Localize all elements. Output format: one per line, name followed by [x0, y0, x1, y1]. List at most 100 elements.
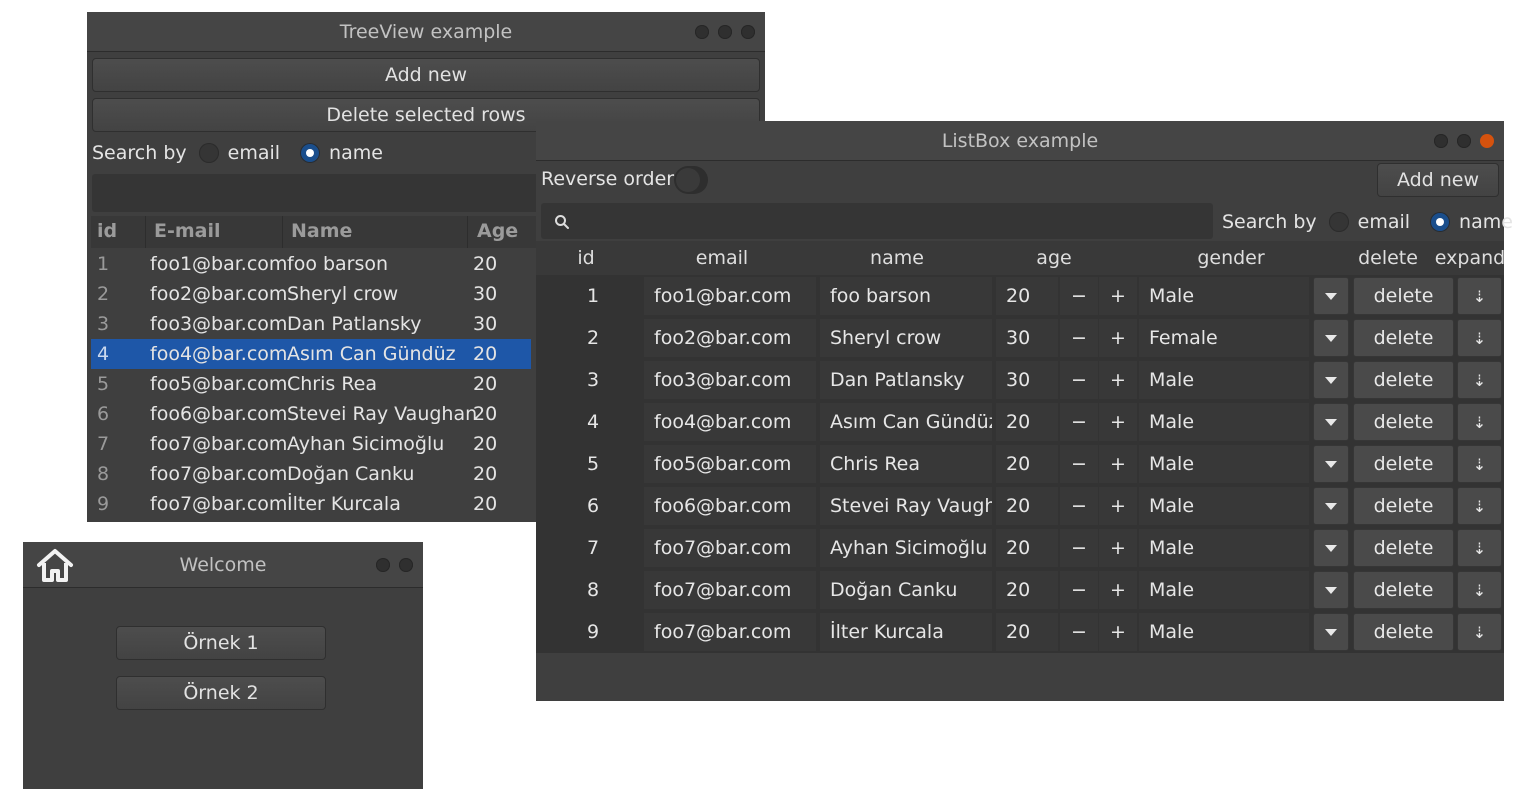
gender-select[interactable]: Female	[1139, 319, 1309, 357]
expand-button[interactable]: ⇣	[1457, 529, 1502, 567]
tree-row[interactable]: 8 foo7@bar.com Doğan Canku 20	[91, 459, 531, 489]
gender-select[interactable]: Male	[1139, 571, 1309, 609]
email-field[interactable]: foo7@bar.com	[644, 529, 816, 567]
delete-button[interactable]: delete	[1353, 571, 1454, 609]
gender-select[interactable]: Male	[1139, 361, 1309, 399]
age-field[interactable]: 30	[996, 361, 1058, 399]
age-decrement-button[interactable]: −	[1060, 613, 1098, 651]
col-age[interactable]: age	[996, 241, 1112, 275]
expand-button[interactable]: ⇣	[1457, 277, 1502, 315]
expand-button[interactable]: ⇣	[1457, 403, 1502, 441]
radio-email[interactable]	[1328, 212, 1349, 232]
gender-dropdown-button[interactable]	[1313, 571, 1349, 609]
col-expand[interactable]: expand	[1435, 241, 1505, 275]
gender-dropdown-button[interactable]	[1313, 319, 1349, 357]
delete-button[interactable]: delete	[1353, 445, 1454, 483]
add-new-button[interactable]: Add new	[1377, 163, 1499, 197]
age-field[interactable]: 20	[996, 445, 1058, 483]
tree-row[interactable]: 9 foo7@bar.com İlter Kurcala 20	[91, 489, 531, 519]
add-new-button[interactable]: Add new	[92, 58, 760, 92]
gender-dropdown-button[interactable]	[1313, 487, 1349, 525]
ornek-2-button[interactable]: Örnek 2	[116, 676, 326, 710]
age-increment-button[interactable]: +	[1099, 445, 1137, 483]
expand-button[interactable]: ⇣	[1457, 613, 1502, 651]
name-field[interactable]: Sheryl crow	[820, 319, 992, 357]
tree-row[interactable]: 7 foo7@bar.com Ayhan Sicimoğlu 20	[91, 429, 531, 459]
age-decrement-button[interactable]: −	[1060, 529, 1098, 567]
gender-select[interactable]: Male	[1139, 277, 1309, 315]
age-increment-button[interactable]: +	[1099, 319, 1137, 357]
maximize-button[interactable]	[718, 24, 732, 39]
email-field[interactable]: foo2@bar.com	[644, 319, 816, 357]
delete-button[interactable]: delete	[1353, 277, 1454, 315]
age-field[interactable]: 20	[996, 487, 1058, 525]
age-decrement-button[interactable]: −	[1060, 487, 1098, 525]
age-decrement-button[interactable]: −	[1060, 445, 1098, 483]
age-decrement-button[interactable]: −	[1060, 403, 1098, 441]
expand-button[interactable]: ⇣	[1457, 319, 1502, 357]
delete-button[interactable]: delete	[1353, 403, 1454, 441]
radio-name[interactable]	[300, 143, 321, 163]
age-decrement-button[interactable]: −	[1060, 319, 1098, 357]
reverse-order-toggle[interactable]	[674, 166, 708, 194]
tree-row[interactable]: 5 foo5@bar.com Chris Rea 20	[91, 369, 531, 399]
expand-button[interactable]: ⇣	[1457, 445, 1502, 483]
age-increment-button[interactable]: +	[1099, 277, 1137, 315]
age-increment-button[interactable]: +	[1099, 487, 1137, 525]
gender-select[interactable]: Male	[1139, 529, 1309, 567]
tree-row[interactable]: 1 foo1@bar.com foo barson 20	[91, 249, 531, 279]
email-field[interactable]: foo1@bar.com	[644, 277, 816, 315]
expand-button[interactable]: ⇣	[1457, 361, 1502, 399]
gender-select[interactable]: Male	[1139, 445, 1309, 483]
email-field[interactable]: foo7@bar.com	[644, 571, 816, 609]
name-field[interactable]: foo barson	[820, 277, 992, 315]
email-field[interactable]: foo4@bar.com	[644, 403, 816, 441]
age-decrement-button[interactable]: −	[1060, 571, 1098, 609]
age-field[interactable]: 20	[996, 529, 1058, 567]
age-increment-button[interactable]: +	[1099, 529, 1137, 567]
welcome-titlebar[interactable]: Welcome	[23, 542, 423, 588]
col-name[interactable]: name	[820, 241, 974, 275]
delete-button[interactable]: delete	[1353, 529, 1454, 567]
email-field[interactable]: foo7@bar.com	[644, 613, 816, 651]
gender-dropdown-button[interactable]	[1313, 277, 1349, 315]
age-decrement-button[interactable]: −	[1060, 277, 1098, 315]
age-increment-button[interactable]: +	[1099, 571, 1137, 609]
minimize-button[interactable]	[376, 557, 390, 572]
gender-select[interactable]: Male	[1139, 613, 1309, 651]
gender-select[interactable]: Male	[1139, 403, 1309, 441]
delete-button[interactable]: delete	[1353, 361, 1454, 399]
col-delete[interactable]: delete	[1351, 241, 1425, 275]
delete-button[interactable]: delete	[1353, 613, 1454, 651]
gender-dropdown-button[interactable]	[1313, 613, 1349, 651]
treeview-titlebar[interactable]: TreeView example	[87, 12, 765, 52]
gender-select[interactable]: Male	[1139, 487, 1309, 525]
name-field[interactable]: Stevei Ray Vaughan	[820, 487, 992, 525]
tree-row[interactable]: 4 foo4@bar.com Asım Can Gündüz 20	[91, 339, 531, 369]
col-email[interactable]: email	[648, 241, 796, 275]
listbox-titlebar[interactable]: ListBox example	[536, 121, 1504, 161]
col-name[interactable]: Name	[291, 220, 352, 242]
age-field[interactable]: 20	[996, 613, 1058, 651]
col-age[interactable]: Age	[477, 220, 518, 242]
age-decrement-button[interactable]: −	[1060, 361, 1098, 399]
col-id[interactable]: id	[546, 241, 626, 275]
email-field[interactable]: foo3@bar.com	[644, 361, 816, 399]
age-field[interactable]: 20	[996, 403, 1058, 441]
email-field[interactable]: foo6@bar.com	[644, 487, 816, 525]
radio-name[interactable]	[1430, 212, 1451, 232]
name-field[interactable]: İlter Kurcala	[820, 613, 992, 651]
col-id[interactable]: id	[97, 220, 117, 242]
name-field[interactable]: Doğan Canku	[820, 571, 992, 609]
age-field[interactable]: 20	[996, 277, 1058, 315]
minimize-button[interactable]	[695, 24, 709, 39]
ornek-1-button[interactable]: Örnek 1	[116, 626, 326, 660]
name-field[interactable]: Dan Patlansky	[820, 361, 992, 399]
expand-button[interactable]: ⇣	[1457, 571, 1502, 609]
age-increment-button[interactable]: +	[1099, 403, 1137, 441]
search-input[interactable]	[541, 203, 1213, 239]
home-icon[interactable]	[35, 546, 75, 584]
col-email[interactable]: E-mail	[154, 220, 221, 242]
delete-button[interactable]: delete	[1353, 487, 1454, 525]
minimize-button[interactable]	[1434, 133, 1448, 148]
